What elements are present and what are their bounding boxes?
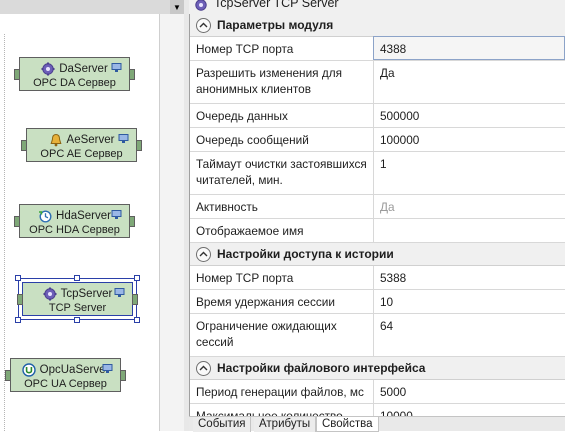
property-grid[interactable]: Параметры модуля Номер TCP порта 4388 Ра… [189, 14, 565, 416]
resize-handle[interactable] [134, 317, 140, 323]
property-name: Максимальное количество [190, 404, 374, 416]
network-icon [111, 63, 122, 72]
property-row[interactable]: Номер TCP порта 5388 [190, 266, 565, 290]
node-title: DaServer [59, 62, 108, 75]
node-port-right[interactable] [132, 294, 138, 305]
section-header[interactable]: Параметры модуля [190, 14, 565, 37]
tab-properties[interactable]: Свойства [316, 417, 379, 432]
section-header[interactable]: Настройки доступа к истории [190, 243, 565, 266]
property-name: Очередь данных [190, 104, 374, 127]
panel-title: TcpServer TCP Server [214, 0, 339, 10]
node-title: OpcUaServer [39, 363, 110, 376]
section-title: Настройки доступа к истории [217, 247, 394, 261]
node-title: AeServer [66, 133, 115, 146]
property-value-input[interactable]: 1 [374, 152, 565, 194]
node-port-right[interactable] [129, 69, 135, 80]
property-value-input: Да [380, 200, 395, 214]
property-value-input[interactable]: 5000 [374, 380, 565, 403]
opc-ua-icon [21, 362, 36, 377]
diagram-canvas[interactable]: DaServer OPC DA Сервер AeServer OPC AE С… [0, 14, 160, 431]
property-value-input[interactable]: 4388 [373, 36, 565, 60]
property-row[interactable]: Время удержания сессии 10 [190, 290, 565, 314]
property-value-input[interactable]: 100000 [374, 128, 565, 151]
resize-handle[interactable] [74, 275, 80, 281]
gear-icon [195, 0, 207, 11]
node-title: TcpServer [60, 287, 113, 300]
gear-icon [43, 287, 57, 300]
property-name: Время удержания сессии [190, 290, 374, 313]
property-row[interactable]: Разрешить изменения для анонимных клиент… [190, 61, 565, 104]
property-row[interactable]: Очередь сообщений 100000 [190, 128, 565, 152]
property-row[interactable]: Ограничение ожидающих сессий 64 [190, 314, 565, 357]
gear-icon [41, 62, 55, 75]
resize-handle[interactable] [134, 275, 140, 281]
node-hdaserver[interactable]: HdaServer OPC HDA Сервер [14, 204, 135, 238]
node-subtitle: OPC HDA Сервер [29, 224, 120, 236]
property-name: Отображаемое имя [190, 219, 374, 242]
network-icon [114, 288, 125, 297]
node-subtitle: OPC AE Сервер [40, 148, 123, 160]
property-value-input[interactable]: 500000 [374, 104, 565, 127]
collapse-icon[interactable] [196, 17, 211, 33]
property-value-input[interactable]: 10000 [374, 404, 565, 416]
node-subtitle: OPC DA Сервер [33, 77, 116, 89]
property-row[interactable]: Период генерации файлов, мс 5000 [190, 380, 565, 404]
bell-icon [50, 133, 62, 146]
node-aeserver[interactable]: AeServer OPC AE Сервер [21, 128, 142, 162]
resize-handle[interactable] [74, 317, 80, 323]
property-name: Активность [190, 195, 374, 218]
section-title: Параметры модуля [217, 18, 334, 32]
property-row[interactable]: Таймаут очистки застоявшихся читателей, … [190, 152, 565, 195]
collapse-icon[interactable] [196, 360, 211, 376]
property-value-input[interactable] [374, 219, 565, 242]
properties-panel: TcpServer TCP Server Параметры модуля Но… [189, 0, 565, 431]
tab-attributes[interactable]: Атрибуты [254, 417, 317, 432]
property-value-input[interactable]: Да [374, 61, 565, 103]
node-opcuaserver[interactable]: OpcUaServer OPC UA Сервер [5, 358, 126, 392]
property-value-input[interactable]: 10 [374, 290, 565, 313]
node-subtitle: OPC UA Сервер [24, 378, 107, 390]
node-port-right[interactable] [136, 140, 142, 151]
property-row[interactable]: Отображаемое имя [190, 219, 565, 243]
network-icon [102, 364, 113, 373]
property-value-input[interactable]: 5388 [374, 266, 565, 289]
bottom-tab-bar: События Атрибуты Свойства [189, 416, 565, 432]
resize-handle[interactable] [15, 275, 21, 281]
property-name: Очередь сообщений [190, 128, 374, 151]
property-name: Таймаут очистки застоявшихся читателей, … [190, 152, 374, 194]
property-name: Номер TCP порта [190, 266, 374, 289]
diagram-pane: ▼ DaServer OPC DA Сервер AeServer OPC AE… [0, 0, 184, 431]
section-title: Настройки файлового интерфейса [217, 361, 426, 375]
network-icon [111, 210, 122, 219]
property-name: Номер TCP порта [190, 37, 374, 60]
panel-header: TcpServer TCP Server [189, 0, 565, 14]
collapse-icon[interactable] [196, 246, 211, 262]
section-header[interactable]: Настройки файлового интерфейса [190, 357, 565, 380]
toolbar-dropdown-button[interactable]: ▼ [170, 0, 184, 14]
network-icon [118, 134, 129, 143]
node-subtitle: TCP Server [48, 302, 107, 314]
resize-handle[interactable] [15, 317, 21, 323]
node-tcpserver[interactable]: TcpServer TCP Server [17, 282, 138, 316]
tab-events[interactable]: События [193, 417, 252, 432]
node-title: HdaServer [56, 209, 111, 222]
property-row[interactable]: Активность Да [190, 195, 565, 219]
history-clock-icon [39, 209, 52, 223]
diagram-toolbar [0, 0, 170, 14]
node-port-right[interactable] [129, 216, 135, 227]
property-row[interactable]: Номер TCP порта 4388 [190, 36, 565, 61]
property-row[interactable]: Максимальное количество 10000 [190, 404, 565, 416]
node-port-right[interactable] [120, 370, 126, 381]
node-daserver[interactable]: DaServer OPC DA Сервер [14, 57, 135, 91]
property-name: Ограничение ожидающих сессий [190, 314, 374, 356]
property-name: Разрешить изменения для анонимных клиент… [190, 61, 374, 103]
property-value-input[interactable]: 64 [374, 314, 565, 356]
property-row[interactable]: Очередь данных 500000 [190, 104, 565, 128]
property-name: Период генерации файлов, мс [190, 380, 374, 403]
